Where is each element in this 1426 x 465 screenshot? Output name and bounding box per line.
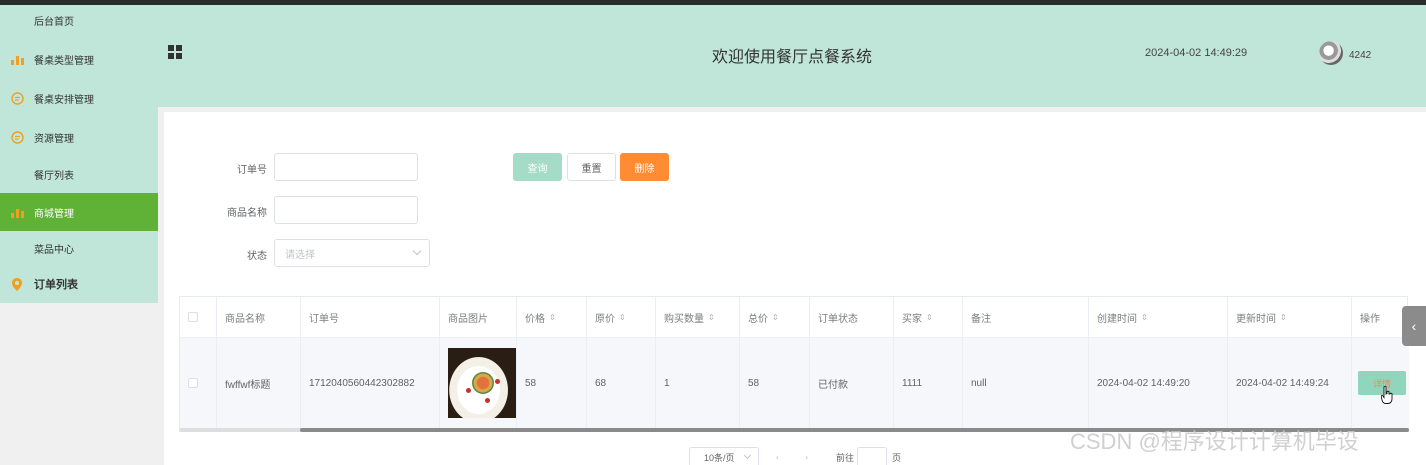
cell-buyer: 1111 xyxy=(894,338,963,428)
select-all-cell xyxy=(180,297,217,337)
avatar[interactable] xyxy=(1319,41,1343,65)
col-header-buyer[interactable]: 买家 ⇕ xyxy=(894,297,963,337)
sidebar-item-label: 菜品中心 xyxy=(34,244,74,256)
sidebar-item-table-types[interactable]: 餐桌类型管理 xyxy=(0,40,158,78)
status-select[interactable]: 请选择 xyxy=(274,239,430,267)
cell-created-at: 2024-04-02 14:49:20 xyxy=(1089,338,1228,428)
search-button[interactable]: 查询 xyxy=(513,153,562,181)
col-header-product-name: 商品名称 xyxy=(217,297,301,337)
chat-icon xyxy=(10,130,24,144)
cell-updated-at: 2024-04-02 14:49:24 xyxy=(1228,338,1352,428)
location-pin-icon xyxy=(10,277,24,291)
table-row: fwffwf标题 1712040560442302882 58 68 1 58 … xyxy=(180,338,1409,428)
col-header-price[interactable]: 价格 ⇕ xyxy=(517,297,587,337)
order-no-label: 订单号 xyxy=(237,165,267,176)
table-header-row: 商品名称 订单号 商品图片 价格 ⇕ 原价 ⇕ 购买数量 ⇕ 总价 ⇕ 订单状态 买家 ⇕… xyxy=(180,297,1409,338)
col-header-order-no: 订单号 xyxy=(301,297,440,337)
select-all-checkbox[interactable] xyxy=(188,312,198,322)
col-header-actions: 操作 xyxy=(1360,313,1380,325)
sidebar-item-label: 商城管理 xyxy=(34,208,74,220)
goto-page-input[interactable] xyxy=(857,447,887,465)
product-name-label: 商品名称 xyxy=(227,208,267,219)
sidebar-item-restaurant-list[interactable]: 餐厅列表 xyxy=(0,155,158,193)
sort-icon: ⇕ xyxy=(926,312,933,322)
product-thumbnail[interactable] xyxy=(448,348,516,418)
status-label: 状态 xyxy=(247,251,267,262)
col-header-created-at[interactable]: 创建时间 ⇕ xyxy=(1089,297,1228,337)
sort-icon: ⇕ xyxy=(772,312,779,322)
header: 欢迎使用餐厅点餐系统 2024-04-02 14:49:29 4242 xyxy=(158,5,1426,107)
sidebar-item-label: 餐厅列表 xyxy=(34,170,74,182)
sort-icon: ⇕ xyxy=(708,312,715,322)
sort-icon: ⇕ xyxy=(619,312,626,322)
order-no-input[interactable] xyxy=(274,153,418,181)
page-size-value: 10条/页 xyxy=(704,452,735,463)
cell-price: 58 xyxy=(517,338,587,428)
chat-icon xyxy=(10,91,24,105)
delete-button[interactable]: 删除 xyxy=(620,153,669,181)
reset-button[interactable]: 重置 xyxy=(567,153,616,181)
cell-note: null xyxy=(963,338,1089,428)
sidebar-item-label: 餐桌类型管理 xyxy=(34,55,94,67)
cell-order-no: 1712040560442302882 xyxy=(301,338,440,428)
bar-chart-icon xyxy=(10,52,24,66)
current-datetime: 2024-04-02 14:49:29 xyxy=(1145,47,1248,59)
sidebar-item-label: 后台首页 xyxy=(34,16,74,28)
col-header-note: 备注 xyxy=(963,297,1089,337)
sidebar-item-dashboard[interactable]: 后台首页 xyxy=(0,1,158,39)
cell-quantity: 1 xyxy=(656,338,740,428)
sidebar-item-label: 订单列表 xyxy=(34,279,78,291)
sort-icon: ⇕ xyxy=(1141,312,1148,322)
username[interactable]: 4242 xyxy=(1349,50,1371,61)
goto-label: 前往 xyxy=(836,452,855,463)
cell-product-image xyxy=(440,338,517,428)
col-header-total[interactable]: 总价 ⇕ xyxy=(740,297,810,337)
prev-page-button[interactable]: ‹ xyxy=(776,447,779,465)
sidebar-item-label: 资源管理 xyxy=(34,133,74,145)
cell-total: 58 xyxy=(740,338,810,428)
col-header-product-image: 商品图片 xyxy=(440,297,517,337)
sidebar: 后台首页 餐桌类型管理 餐桌安排管理 资源管理 餐厅列表 商城管理 菜品中心 订… xyxy=(0,5,158,303)
watermark-text: CSDN @程序设计计算机毕设 xyxy=(1070,429,1359,454)
cell-original-price: 68 xyxy=(587,338,656,428)
sidebar-item-mall[interactable]: 商城管理 xyxy=(0,193,158,231)
col-header-status: 订单状态 xyxy=(810,297,894,337)
sidebar-item-order-list[interactable]: 订单列表 xyxy=(0,265,158,303)
chevron-left-icon: ‹ xyxy=(1411,318,1417,334)
page-size-select[interactable]: 10条/页 xyxy=(689,447,759,465)
next-page-button[interactable]: › xyxy=(805,447,808,465)
cell-actions: 详情 xyxy=(1352,338,1409,428)
sidebar-item-label: 餐桌安排管理 xyxy=(34,94,94,106)
chevron-down-icon xyxy=(412,246,422,256)
cell-product-name: fwffwf标题 xyxy=(217,338,301,428)
col-header-quantity[interactable]: 购买数量 ⇕ xyxy=(656,297,740,337)
hand-cursor-icon xyxy=(1381,386,1393,404)
sidebar-item-resources[interactable]: 资源管理 xyxy=(0,118,158,156)
sort-icon: ⇕ xyxy=(549,312,556,322)
sidebar-empty-area xyxy=(0,303,158,465)
row-checkbox[interactable] xyxy=(188,378,198,388)
sidebar-item-dish-center[interactable]: 菜品中心 xyxy=(0,229,158,267)
col-header-updated-at[interactable]: 更新时间 ⇕ xyxy=(1228,297,1352,337)
sort-icon: ⇕ xyxy=(1280,312,1287,322)
cell-status: 已付款 xyxy=(810,338,894,428)
page-suffix-label: 页 xyxy=(892,452,902,463)
chevron-down-icon xyxy=(743,451,752,460)
row-select-cell xyxy=(180,338,217,428)
orders-table: 商品名称 订单号 商品图片 价格 ⇕ 原价 ⇕ 购买数量 ⇕ 总价 ⇕ 订单状态 买家 ⇕… xyxy=(179,296,1409,432)
status-select-placeholder: 请选择 xyxy=(285,249,315,261)
collapse-panel-tab[interactable]: ‹ xyxy=(1402,306,1426,346)
product-name-input[interactable] xyxy=(274,196,418,224)
bar-chart-icon xyxy=(10,205,24,219)
col-header-original-price[interactable]: 原价 ⇕ xyxy=(587,297,656,337)
sidebar-item-table-schedule[interactable]: 餐桌安排管理 xyxy=(0,79,158,117)
